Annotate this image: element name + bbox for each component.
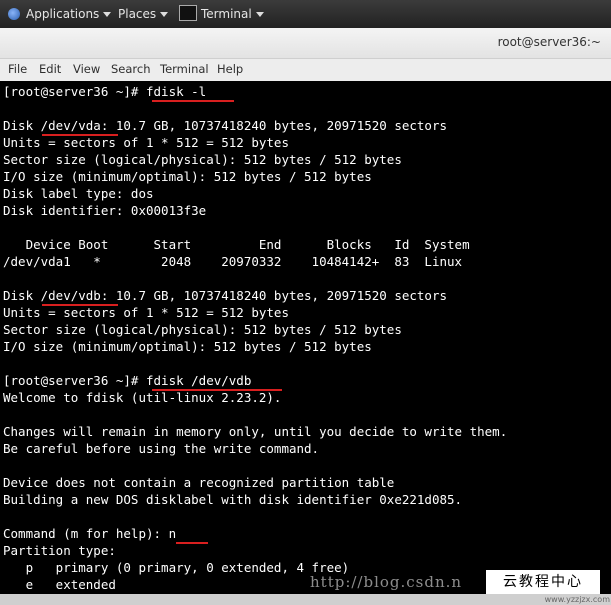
places-menu[interactable]: Places [118, 0, 169, 28]
chevron-down-icon [103, 12, 112, 17]
menu-help[interactable]: Help [217, 62, 243, 76]
terminal-line: Disk /dev/vdb: 10.7 GB, 10737418240 byte… [3, 288, 448, 303]
terminal-task-button[interactable]: Terminal [179, 0, 264, 28]
system-top-bar: Applications Places Terminal [0, 0, 611, 28]
terminal-task-label: Terminal [201, 7, 252, 21]
annotation-underline [42, 304, 118, 306]
terminal-line: /dev/vda1 * 2048 20970332 10484142+ 83 L… [3, 254, 463, 269]
applications-icon [8, 8, 20, 20]
terminal-line: Be careful before using the write comman… [3, 441, 320, 456]
menu-terminal[interactable]: Terminal [160, 62, 209, 76]
terminal-line: Changes will remain in memory only, unti… [3, 424, 508, 439]
menu-search[interactable]: Search [111, 62, 151, 76]
terminal-line: [root@server36 ~]# fdisk /dev/vdb [3, 373, 252, 388]
terminal-output[interactable]: [root@server36 ~]# fdisk -l Disk /dev/vd… [0, 81, 611, 594]
annotation-underline [42, 134, 118, 136]
annotation-underline [176, 542, 208, 544]
terminal-icon [179, 5, 197, 21]
terminal-line: Partition type: [3, 543, 116, 558]
menu-view[interactable]: View [73, 62, 100, 76]
terminal-line: p primary (0 primary, 0 extended, 4 free… [3, 560, 350, 575]
terminal-line: Building a new DOS disklabel with disk i… [3, 492, 463, 507]
terminal-line: Welcome to fdisk (util-linux 2.23.2). [3, 390, 282, 405]
terminal-line: Sector size (logical/physical): 512 byte… [3, 322, 402, 337]
chevron-down-icon [160, 12, 169, 17]
terminal-line: Disk identifier: 0x00013f3e [3, 203, 207, 218]
terminal-line: [root@server36 ~]# fdisk -l [3, 84, 207, 99]
terminal-line: Sector size (logical/physical): 512 byte… [3, 152, 402, 167]
watermark-site: www.yzzjzx.com [544, 595, 610, 604]
chevron-down-icon [255, 12, 264, 17]
window-title: root@server36:~ [497, 35, 601, 49]
applications-label: Applications [26, 7, 100, 21]
window-title-bar[interactable]: root@server36:~ [0, 28, 611, 59]
terminal-line: Disk /dev/vda: 10.7 GB, 10737418240 byte… [3, 118, 448, 133]
menu-edit[interactable]: Edit [39, 62, 61, 76]
terminal-line: Disk label type: dos [3, 186, 154, 201]
terminal-line: Device does not contain a recognized par… [3, 475, 395, 490]
terminal-line: Units = sectors of 1 * 512 = 512 bytes [3, 305, 289, 320]
terminal-line: e extended [3, 577, 116, 592]
terminal-line: I/O size (minimum/optimal): 512 bytes / … [3, 169, 372, 184]
annotation-underline [152, 100, 234, 102]
menu-file[interactable]: File [8, 62, 27, 76]
watermark-brand: 云教程中心 [486, 570, 600, 594]
watermark-url: http://blog.csdn.n [310, 573, 463, 591]
terminal-line: Device Boot Start End Blocks Id System [3, 237, 470, 252]
menu-bar: File Edit View Search Terminal Help [0, 59, 611, 81]
annotation-underline [152, 389, 282, 391]
terminal-line: Units = sectors of 1 * 512 = 512 bytes [3, 135, 289, 150]
terminal-line: Command (m for help): n [3, 526, 177, 541]
applications-menu[interactable]: Applications [8, 0, 112, 28]
terminal-line: I/O size (minimum/optimal): 512 bytes / … [3, 339, 372, 354]
places-label: Places [118, 7, 157, 21]
